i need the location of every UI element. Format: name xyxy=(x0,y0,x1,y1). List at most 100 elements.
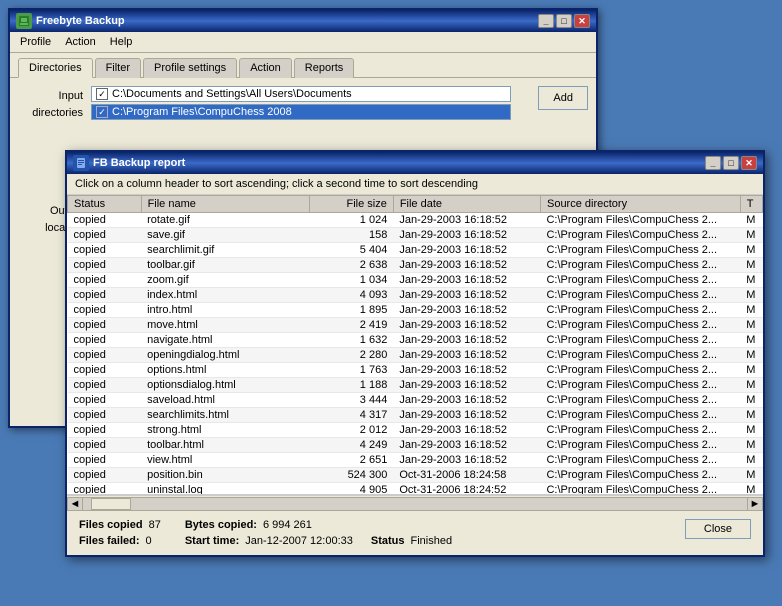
table-cell: navigate.html xyxy=(141,333,309,348)
title-left: Freebyte Backup xyxy=(16,13,125,29)
h-scrollbar-track[interactable] xyxy=(83,497,747,511)
menu-help[interactable]: Help xyxy=(104,34,139,50)
table-cell: C:\Program Files\CompuChess 2... xyxy=(540,408,740,423)
bytes-copied-value: 6 994 261 xyxy=(263,519,312,531)
table-cell: copied xyxy=(68,438,142,453)
table-cell: copied xyxy=(68,213,142,228)
table-cell: Jan-29-2003 16:18:52 xyxy=(393,273,540,288)
report-window-title: FB Backup report xyxy=(93,157,185,169)
table-cell: C:\Program Files\CompuChess 2... xyxy=(540,258,740,273)
add-directory-button[interactable]: Add xyxy=(538,86,588,110)
report-table: Status File name File size File date Sou… xyxy=(67,195,763,495)
table-cell: 1 632 xyxy=(309,333,393,348)
close-button[interactable]: ✕ xyxy=(574,14,590,28)
table-cell: 2 012 xyxy=(309,423,393,438)
tab-directories[interactable]: Directories xyxy=(18,58,93,78)
col-t[interactable]: T xyxy=(740,196,762,213)
directory-item-1[interactable]: C:\Documents and Settings\All Users\Docu… xyxy=(91,86,511,102)
table-cell: M xyxy=(740,318,762,333)
table-cell: M xyxy=(740,303,762,318)
table-cell: M xyxy=(740,378,762,393)
table-cell: Jan-29-2003 16:18:52 xyxy=(393,318,540,333)
footer-stats: Files copied 87 Files failed: 0 Bytes co… xyxy=(79,519,452,547)
table-cell: M xyxy=(740,423,762,438)
tab-action[interactable]: Action xyxy=(239,58,292,78)
h-scrollbar-area[interactable]: ◄ ► xyxy=(67,495,763,511)
table-cell: saveload.html xyxy=(141,393,309,408)
table-row: copiedstrong.html2 012Jan-29-2003 16:18:… xyxy=(68,423,763,438)
col-status[interactable]: Status xyxy=(68,196,142,213)
table-cell: C:\Program Files\CompuChess 2... xyxy=(540,393,740,408)
table-row: copiedposition.bin524 300Oct-31-2006 18:… xyxy=(68,468,763,483)
table-cell: C:\Program Files\CompuChess 2... xyxy=(540,438,740,453)
menu-action[interactable]: Action xyxy=(59,34,102,50)
table-cell: toolbar.html xyxy=(141,438,309,453)
h-scrollbar-thumb[interactable] xyxy=(91,498,131,510)
table-cell: C:\Program Files\CompuChess 2... xyxy=(540,423,740,438)
table-row: copiedindex.html4 093Jan-29-2003 16:18:5… xyxy=(68,288,763,303)
table-row: copiedtoolbar.html4 249Jan-29-2003 16:18… xyxy=(68,438,763,453)
col-filesize[interactable]: File size xyxy=(309,196,393,213)
table-cell: Jan-29-2003 16:18:52 xyxy=(393,333,540,348)
status-label: Status xyxy=(371,535,405,547)
table-cell: strong.html xyxy=(141,423,309,438)
table-cell: M xyxy=(740,213,762,228)
files-failed-value: 0 xyxy=(146,535,152,547)
report-minimize-button[interactable]: _ xyxy=(705,156,721,170)
scroll-right-btn[interactable]: ► xyxy=(747,497,763,511)
minimize-button[interactable]: _ xyxy=(538,14,554,28)
col-source[interactable]: Source directory xyxy=(540,196,740,213)
table-row: copiedintro.html1 895Jan-29-2003 16:18:5… xyxy=(68,303,763,318)
table-row: copiedoptionsdialog.html1 188Jan-29-2003… xyxy=(68,378,763,393)
tab-bar: Directories Filter Profile settings Acti… xyxy=(10,53,596,78)
table-cell: copied xyxy=(68,288,142,303)
table-cell: C:\Program Files\CompuChess 2... xyxy=(540,318,740,333)
table-row: copiednavigate.html1 632Jan-29-2003 16:1… xyxy=(68,333,763,348)
table-cell: copied xyxy=(68,468,142,483)
report-maximize-button[interactable]: □ xyxy=(723,156,739,170)
directories-list: C:\Documents and Settings\All Users\Docu… xyxy=(91,86,530,120)
report-table-container[interactable]: Status File name File size File date Sou… xyxy=(67,195,763,495)
table-cell: zoom.gif xyxy=(141,273,309,288)
close-report-button[interactable]: Close xyxy=(685,519,751,539)
table-cell: M xyxy=(740,363,762,378)
dir-path-2: C:\Program Files\CompuChess 2008 xyxy=(112,106,292,118)
col-filename[interactable]: File name xyxy=(141,196,309,213)
dir-checkbox-2[interactable] xyxy=(96,106,108,118)
report-footer: Files copied 87 Files failed: 0 Bytes co… xyxy=(67,511,763,555)
table-cell: copied xyxy=(68,363,142,378)
table-cell: copied xyxy=(68,273,142,288)
table-cell: 3 444 xyxy=(309,393,393,408)
scroll-left-btn[interactable]: ◄ xyxy=(67,497,83,511)
dir-path-1: C:\Documents and Settings\All Users\Docu… xyxy=(112,88,352,100)
table-cell: 2 651 xyxy=(309,453,393,468)
dir-checkbox-1[interactable] xyxy=(96,88,108,100)
tab-reports[interactable]: Reports xyxy=(294,58,355,78)
table-cell: M xyxy=(740,273,762,288)
directory-item-2[interactable]: C:\Program Files\CompuChess 2008 xyxy=(91,104,511,120)
table-cell: Oct-31-2006 18:24:58 xyxy=(393,468,540,483)
table-cell: copied xyxy=(68,318,142,333)
table-cell: 4 317 xyxy=(309,408,393,423)
tab-profile-settings[interactable]: Profile settings xyxy=(143,58,237,78)
table-cell: M xyxy=(740,228,762,243)
table-cell: C:\Program Files\CompuChess 2... xyxy=(540,243,740,258)
table-cell: C:\Program Files\CompuChess 2... xyxy=(540,348,740,363)
table-cell: uninstal.log xyxy=(141,483,309,496)
maximize-button[interactable]: □ xyxy=(556,14,572,28)
report-title-bar: FB Backup report _ □ ✕ xyxy=(67,152,763,174)
menu-profile[interactable]: Profile xyxy=(14,34,57,50)
files-copied-value: 87 xyxy=(149,519,161,531)
table-cell: 158 xyxy=(309,228,393,243)
col-filedate[interactable]: File date xyxy=(393,196,540,213)
tab-filter[interactable]: Filter xyxy=(95,58,141,78)
table-cell: M xyxy=(740,333,762,348)
table-cell: 4 093 xyxy=(309,288,393,303)
table-cell: openingdialog.html xyxy=(141,348,309,363)
files-failed-label: Files failed: xyxy=(79,535,140,547)
table-row: copiedopeningdialog.html2 280Jan-29-2003… xyxy=(68,348,763,363)
table-cell: 1 188 xyxy=(309,378,393,393)
report-close-button[interactable]: ✕ xyxy=(741,156,757,170)
table-cell: intro.html xyxy=(141,303,309,318)
table-cell: searchlimit.gif xyxy=(141,243,309,258)
